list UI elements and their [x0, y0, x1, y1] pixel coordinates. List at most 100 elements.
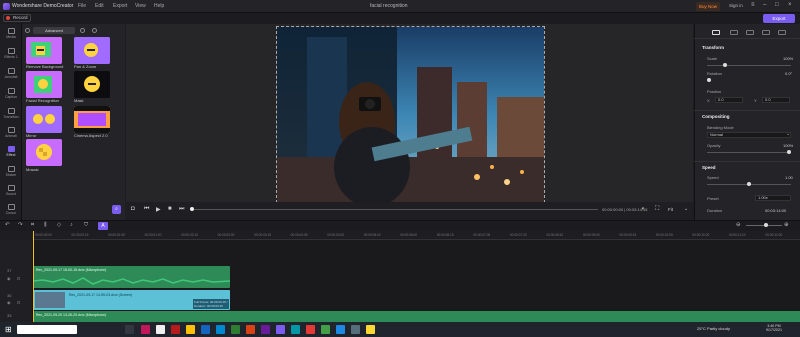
rail-item-transition[interactable]: Transition — [0, 108, 22, 119]
undo-icon[interactable]: ↶ — [5, 222, 10, 228]
redo-icon[interactable]: ↷ — [18, 222, 23, 228]
app-icon-4[interactable] — [186, 325, 195, 334]
y-position-field[interactable]: 0.0 — [762, 97, 790, 103]
rail-item-effect[interactable]: Effect — [0, 146, 22, 157]
chevron-down-icon[interactable]: ⌄ — [684, 206, 688, 212]
fit-select[interactable]: Fit — [668, 207, 673, 212]
app-icon-1[interactable] — [141, 325, 150, 334]
app-icon-11[interactable] — [366, 325, 375, 334]
menu-view[interactable]: View — [135, 3, 146, 9]
menu-file[interactable]: File — [78, 3, 86, 9]
effect-thumb-pan-zoom[interactable] — [74, 37, 110, 64]
tab-audio-icon[interactable] — [730, 30, 738, 35]
effect-thumb-cinema-aspect[interactable] — [74, 106, 110, 133]
stop-icon[interactable]: ■ — [168, 206, 172, 212]
lock-icon[interactable]: ⊡ — [17, 300, 20, 305]
close-icon[interactable]: × — [788, 2, 792, 8]
section-speed[interactable]: Speed — [702, 165, 716, 170]
eye-icon[interactable]: ◉ — [7, 300, 11, 305]
play-icon[interactable]: ▶ — [156, 206, 161, 213]
rail-item-media[interactable]: Media — [0, 28, 22, 39]
audio-clip[interactable]: Rec_2021-09-20 13-26-20.dcrc (Microphone… — [33, 311, 800, 322]
audio-clip[interactable]: Rec_2021-09-17 15-00-15.dcrc (Microphone… — [33, 266, 230, 288]
tab-more-icon[interactable] — [778, 30, 786, 35]
zoom-out-icon[interactable]: ⊖ — [736, 222, 741, 228]
rotation-dial[interactable] — [707, 78, 711, 82]
shield-icon[interactable]: ⛉ — [84, 222, 88, 229]
scale-slider-knob[interactable] — [723, 63, 727, 67]
crop-icon[interactable]: ⌗ — [31, 222, 34, 229]
previous-frame-icon[interactable]: ⏮ — [144, 206, 149, 213]
rail-item-sticker[interactable]: Sticker — [0, 166, 22, 177]
zoom-in-icon[interactable]: ⊕ — [784, 222, 789, 228]
rail-item-caption[interactable]: Caption — [0, 88, 22, 99]
speed-slider-knob[interactable] — [747, 182, 751, 186]
snapshot-icon[interactable]: ◘ — [131, 206, 135, 212]
taskbar-clock[interactable]: 3:40 PM 9/17/2021 — [766, 324, 782, 332]
weather-widget[interactable]: 25°C Partly cloudy — [697, 326, 730, 331]
scale-slider[interactable] — [707, 65, 791, 66]
preview-canvas[interactable] — [276, 26, 545, 203]
menu-help[interactable]: Help — [154, 3, 164, 9]
section-transform[interactable]: Transform — [702, 45, 724, 50]
next-frame-icon[interactable]: ⏭ — [179, 206, 184, 213]
app-icon-7[interactable] — [291, 325, 300, 334]
microphone-icon[interactable]: ♪ — [70, 222, 73, 228]
marker-icon[interactable]: ◇ — [57, 222, 61, 228]
rail-item-cursor[interactable]: Cursor — [0, 204, 22, 215]
star-icon[interactable] — [80, 28, 85, 33]
chrome-icon[interactable] — [306, 325, 315, 334]
eye-icon[interactable]: ◉ — [7, 276, 11, 281]
tab-color-icon[interactable] — [746, 30, 754, 35]
filter-icon[interactable] — [25, 28, 30, 33]
excel-icon[interactable] — [231, 325, 240, 334]
menu-edit[interactable]: Edit — [95, 3, 104, 9]
app-icon-2[interactable] — [156, 325, 165, 334]
maximize-icon[interactable]: □ — [775, 2, 779, 8]
rail-item-effects-1[interactable]: Effects 1 — [0, 48, 22, 59]
word-icon[interactable] — [201, 325, 210, 334]
export-button[interactable]: Export — [763, 14, 795, 23]
split-icon[interactable]: ⫼ — [44, 222, 47, 229]
section-compositing[interactable]: Compositing — [702, 114, 730, 119]
opacity-slider-knob[interactable] — [787, 150, 791, 154]
effect-thumb-facial-recognition[interactable] — [26, 71, 62, 98]
scrub-handle[interactable] — [190, 207, 194, 211]
effect-thumb-remove-background[interactable] — [26, 37, 62, 64]
scrub-track[interactable] — [190, 209, 598, 210]
minimize-icon[interactable]: – — [763, 2, 766, 8]
app-icon-5[interactable] — [246, 325, 255, 334]
screen-clip[interactable]: Rec_2021-09-17 14-59-03.dcrc (Screen) Fu… — [33, 290, 230, 310]
rail-item-sound[interactable]: Sound — [0, 185, 22, 196]
buy-now-button[interactable]: Buy Now — [696, 2, 720, 11]
effect-thumb-mirror[interactable] — [26, 106, 62, 133]
app-icon-8[interactable] — [321, 325, 330, 334]
blending-mode-select[interactable]: Normal — [707, 132, 791, 138]
app-icon-10[interactable] — [351, 325, 360, 334]
settings-icon[interactable]: ≡ — [751, 2, 755, 8]
edge-icon[interactable] — [216, 325, 225, 334]
sign-in-link[interactable]: Sign in — [729, 3, 743, 8]
rail-item-annotation[interactable]: Annotati — [0, 68, 22, 79]
democreator-taskbar-icon[interactable] — [276, 325, 285, 334]
gear-icon[interactable] — [92, 28, 97, 33]
rail-item-animation[interactable]: Animati — [0, 127, 22, 138]
zoom-icon[interactable]: ⌕ — [112, 205, 121, 214]
volume-icon[interactable]: ◖ — [641, 206, 645, 212]
x-position-field[interactable]: 0.0 — [715, 97, 743, 103]
playhead[interactable] — [33, 231, 34, 322]
timeline-zoom-knob[interactable] — [764, 223, 768, 227]
tab-video-icon[interactable] — [712, 30, 720, 35]
auto-caption-icon[interactable]: A — [98, 222, 108, 230]
app-icon-3[interactable] — [171, 325, 180, 334]
app-icon-6[interactable] — [261, 325, 270, 334]
effect-thumb-mosaic[interactable] — [26, 139, 62, 166]
task-view-icon[interactable] — [125, 325, 134, 334]
fullscreen-icon[interactable]: ⛶ — [655, 206, 659, 213]
app-icon-9[interactable] — [336, 325, 345, 334]
windows-start-icon[interactable]: ⊞ — [5, 325, 12, 334]
menu-export[interactable]: Export — [113, 3, 127, 9]
tab-advanced[interactable]: Advanced — [33, 27, 75, 34]
lock-icon[interactable]: ⊡ — [17, 276, 20, 281]
opacity-slider[interactable] — [707, 152, 791, 153]
